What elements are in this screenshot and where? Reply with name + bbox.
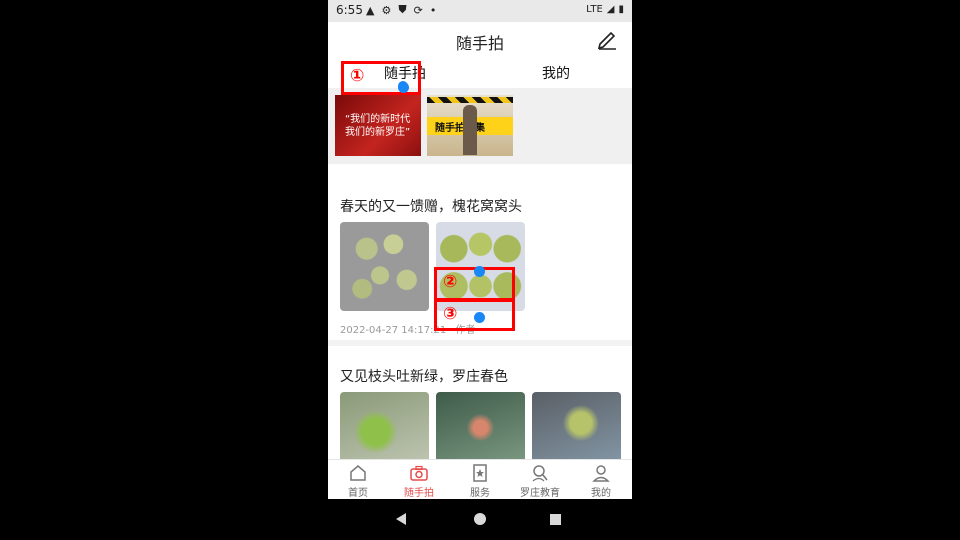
person-icon [592, 465, 610, 482]
gear-icon: ⚙ [381, 3, 392, 17]
edit-icon[interactable] [596, 28, 618, 50]
signal-icon: ◢ [606, 4, 615, 15]
nav-suishoupai[interactable]: 随手拍 [389, 463, 449, 499]
post-divider [328, 340, 632, 346]
home-icon [350, 465, 366, 481]
nav-label: 首页 [348, 488, 368, 499]
gallery-thumb-2-text: 随手拍征集 [435, 123, 485, 134]
annotation-label-1: ① [350, 66, 365, 86]
nav-label: 罗庄教育 [520, 488, 560, 499]
warning-icon: ▲ [366, 3, 375, 17]
gallery-thumb-1-text: “我们的新时代 我们的新罗庄” [345, 114, 411, 138]
nav-label: 随手拍 [404, 488, 434, 499]
annotation-label-3: ③ [443, 304, 458, 324]
tab-mine[interactable]: 我的 [542, 63, 570, 83]
post-image[interactable] [340, 222, 429, 311]
post-title[interactable]: 又见枝头吐新绿，罗庄春色 [340, 366, 508, 386]
caution-stripe [427, 97, 513, 103]
status-bar: 6:55 ▲ ⚙ ⛊ ⟳ • LTE ◢ ▮ [328, 0, 632, 22]
status-time: 6:55 [336, 3, 363, 17]
nav-mine[interactable]: 我的 [571, 463, 631, 499]
android-nav-bar [328, 499, 632, 540]
network-label: LTE [586, 4, 603, 15]
annotation-dot-1 [398, 82, 409, 93]
notification-icons: ▲ ⚙ ⛊ ⟳ • [366, 3, 436, 17]
post-time-text: 2022-04-27 14:17:21 [340, 325, 447, 336]
annotation-dot-2 [474, 266, 485, 277]
annotation-dot-3 [474, 312, 485, 323]
person-figure [463, 105, 477, 155]
back-icon[interactable] [396, 513, 406, 525]
bottom-navigation: 首页 随手拍 服务 罗庄教育 我的 [328, 459, 632, 500]
system-icons: LTE ◢ ▮ [586, 4, 624, 15]
sync-icon: ⟳ [413, 3, 423, 17]
shield-icon: ⛊ [398, 3, 407, 16]
gallery-thumb-2[interactable]: 随手拍征集 [427, 95, 513, 156]
post-title[interactable]: 春天的又一馈赠，槐花窝窝头 [340, 196, 522, 216]
page-title: 随手拍 [455, 34, 504, 53]
nav-label: 我的 [591, 488, 611, 499]
battery-icon: ▮ [618, 4, 624, 15]
home-circle-icon[interactable] [474, 513, 486, 525]
app-header: 随手拍 [328, 22, 632, 58]
search-user-icon [532, 465, 548, 482]
nav-education[interactable]: 罗庄教育 [510, 463, 570, 499]
nav-label: 服务 [470, 488, 490, 499]
phone-screen: 6:55 ▲ ⚙ ⛊ ⟳ • LTE ◢ ▮ 随手拍 随手拍 我的 “我们的新时… [328, 0, 632, 540]
star-bookmark-icon [473, 464, 487, 482]
dot-icon: • [429, 3, 437, 17]
recent-apps-icon[interactable] [550, 514, 561, 525]
banner-gallery: “我们的新时代 我们的新罗庄” 随手拍征集 [328, 88, 632, 164]
nav-home[interactable]: 首页 [328, 463, 388, 499]
nav-service[interactable]: 服务 [450, 463, 510, 499]
annotation-box-1: ① [341, 61, 421, 95]
gallery-thumb-1[interactable]: “我们的新时代 我们的新罗庄” [335, 95, 421, 156]
camera-icon [410, 465, 428, 481]
spacer [328, 164, 632, 186]
annotation-label-2: ② [443, 272, 458, 292]
